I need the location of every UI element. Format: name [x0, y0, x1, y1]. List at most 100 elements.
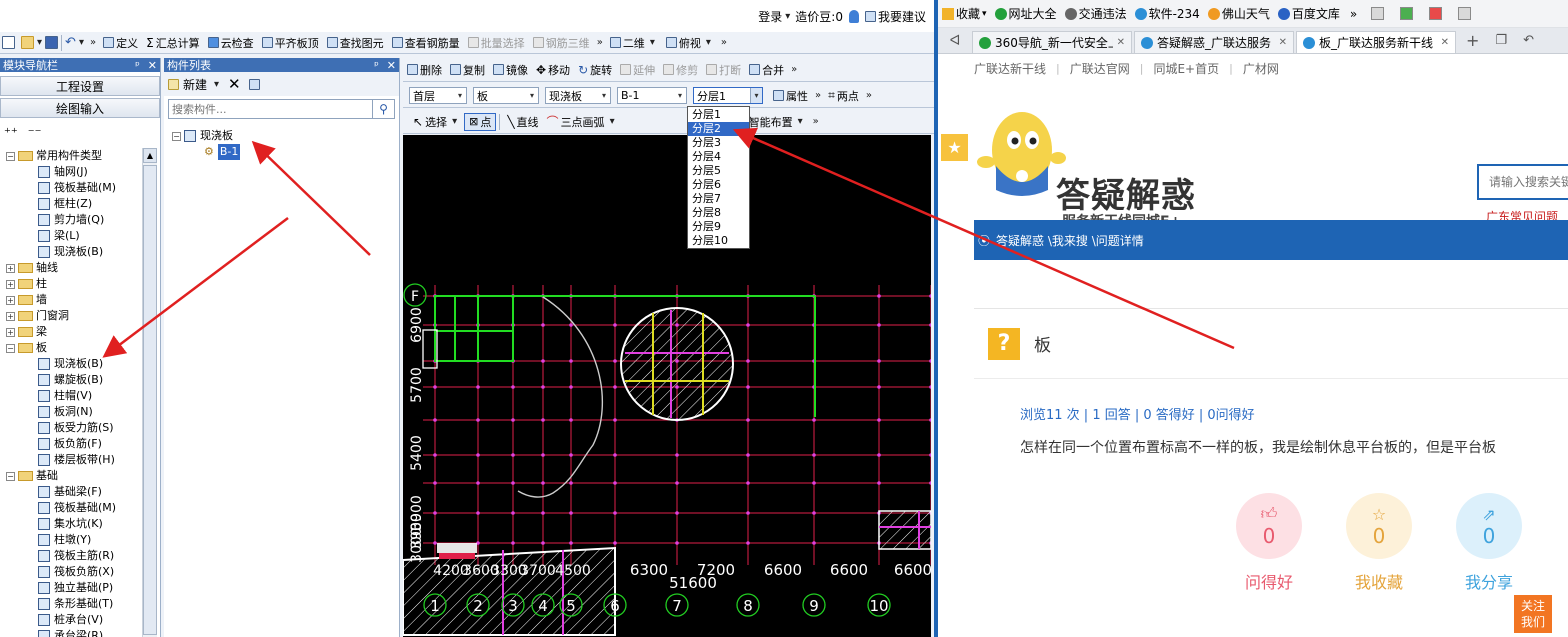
tree-item[interactable]: 筏板主筋(R) [4, 548, 142, 564]
more-icon[interactable]: » [1344, 7, 1363, 21]
search-icon[interactable]: ⚲ [373, 99, 395, 119]
action-circle[interactable]: 👍︎ 0 [1236, 493, 1302, 559]
tree-item[interactable]: 现浇板(B) [4, 244, 142, 260]
collapse-toggle-icon[interactable]: − [172, 131, 181, 141]
drawing-input-button[interactable]: 绘图输入 [0, 98, 160, 118]
bookmark-item[interactable]: 百度文库 [1274, 5, 1344, 22]
layer-option[interactable]: 分层7 [688, 192, 749, 206]
layer-select[interactable]: 分层1 ▾ [693, 87, 763, 104]
expand-toggle-icon[interactable]: + [6, 327, 15, 337]
tree-item[interactable]: 承台梁(R) [4, 628, 142, 637]
select-button[interactable]: ↖ 选择 ▾ [409, 110, 464, 133]
chevron-down-icon[interactable]: ▾ [76, 37, 87, 48]
action-0[interactable]: 👍︎ 0 问得好 [1236, 493, 1302, 593]
tree-folder[interactable]: + 柱 [4, 276, 142, 292]
save-icon[interactable] [45, 36, 59, 49]
tree-item[interactable]: 板洞(N) [4, 404, 142, 420]
cad-drawing[interactable]: 4200360033003700 4500 6300 7200 6600 6600 6600… [403, 135, 931, 637]
bookmark-item[interactable]: 网址大全 [991, 5, 1061, 22]
tree-folder[interactable]: − 常用构件类型 [4, 148, 142, 164]
site-nav-link[interactable]: 广材网 [1243, 60, 1279, 77]
comp-tree-root[interactable]: − 现浇板 [172, 128, 399, 144]
action-circle[interactable]: ☆ 0 [1346, 493, 1412, 559]
restore-icon[interactable]: ❐ [1487, 33, 1515, 48]
bookmark-item[interactable]: 佛山天气 [1204, 5, 1274, 22]
tree-item[interactable]: 楼层板带(H) [4, 452, 142, 468]
copy-button[interactable]: 复制 [446, 58, 489, 81]
name-select[interactable]: B-1 ▾ [617, 87, 687, 104]
collapse-toggle-icon[interactable]: − [6, 471, 15, 481]
nav-scrollbar[interactable]: ▲ [142, 148, 157, 637]
more-icon[interactable]: » [788, 64, 800, 75]
action-circle[interactable]: ⇗ 0 [1456, 493, 1522, 559]
undo-icon[interactable]: ↶ [65, 35, 76, 50]
shop-icon[interactable] [1458, 7, 1472, 20]
view-rebar-button[interactable]: 查看钢筋量 [388, 32, 464, 53]
collapse-toggle-icon[interactable]: − [6, 343, 15, 353]
view-angle-button[interactable]: 俯视 ▾ [662, 32, 718, 53]
close-icon[interactable]: ✕ [148, 59, 157, 72]
expand-toggle-icon[interactable]: + [6, 279, 15, 289]
move-button[interactable]: ✥ 移动 [532, 58, 574, 81]
tree-folder[interactable]: + 墙 [4, 292, 142, 308]
bookmark-item[interactable]: 交通违法 [1061, 5, 1131, 22]
scroll-thumb[interactable] [143, 165, 157, 635]
expand-toggle-icon[interactable]: + [6, 311, 15, 321]
tree-item[interactable]: 基础梁(F) [4, 484, 142, 500]
follow-us-button[interactable]: 关注 我们 [1514, 595, 1552, 633]
suggest-link[interactable]: 我要建议 [878, 8, 926, 25]
layer-option[interactable]: 分层9 [688, 220, 749, 234]
tree-item[interactable]: 柱墩(Y) [4, 532, 142, 548]
scroll-up-icon[interactable]: ▲ [143, 148, 157, 163]
pin-icon[interactable]: ᵖ [135, 59, 140, 72]
sum-calc-button[interactable]: Σ 汇总计算 [142, 32, 204, 53]
chevron-down-icon[interactable]: ▾ [211, 79, 222, 90]
tree-folder[interactable]: + 梁 [4, 324, 142, 340]
layer-option[interactable]: 分层10 [688, 234, 749, 248]
more-icon[interactable]: » [594, 37, 606, 48]
close-icon[interactable]: ✕ [1441, 37, 1449, 48]
tree-item[interactable]: 条形基础(T) [4, 596, 142, 612]
definition-button[interactable]: 定义 [99, 32, 142, 53]
browser-tab[interactable]: 板_广联达服务新干线 ✕ [1296, 31, 1456, 53]
break-button[interactable]: 打断 [702, 58, 745, 81]
layer-option[interactable]: 分层5 [688, 164, 749, 178]
pdf-icon[interactable] [1429, 7, 1443, 20]
rotate-button[interactable]: ↻ 旋转 [574, 58, 616, 81]
action-2[interactable]: ⇗ 0 我分享 [1456, 493, 1522, 593]
tree-folder[interactable]: − 板 [4, 340, 142, 356]
tree-item[interactable]: 螺旋板(B) [4, 372, 142, 388]
expand-toggle-icon[interactable]: + [6, 295, 15, 305]
more-icon[interactable]: » [718, 37, 730, 48]
chevron-down-icon[interactable]: ▾ [982, 9, 987, 19]
more-icon[interactable]: » [87, 37, 99, 48]
tree-item[interactable]: 独立基础(P) [4, 580, 142, 596]
properties-button[interactable]: 属性 [769, 84, 812, 107]
site-nav-link[interactable]: 广联达新干线 [974, 60, 1046, 77]
chevron-down-icon[interactable]: ▾ [782, 11, 793, 22]
action-1[interactable]: ☆ 0 我收藏 [1346, 493, 1412, 593]
open-folder-icon[interactable] [21, 36, 34, 49]
two-points-button[interactable]: ⌗ 两点 [824, 84, 863, 107]
notification-icon[interactable] [848, 9, 859, 23]
view-mode-button[interactable]: 二维 ▾ [606, 32, 662, 53]
tree-folder[interactable]: + 门窗洞 [4, 308, 142, 324]
tree-folder[interactable]: − 基础 [4, 468, 142, 484]
tree-item[interactable]: 现浇板(B) [4, 356, 142, 372]
breadcrumb[interactable]: 答疑解惑 \我来搜 \问题详情 [996, 232, 1144, 249]
point-button[interactable]: ⊠ 点 [464, 112, 497, 131]
category-select[interactable]: 板 ▾ [473, 87, 539, 104]
comp-tree-item-b1[interactable]: ⚙ B-1 [172, 144, 399, 160]
new-tab-icon[interactable]: + [1458, 31, 1487, 50]
layer-option[interactable]: 分层1 [688, 108, 749, 122]
arc-button[interactable]: ⌒ 三点画弧 ▾ [543, 110, 622, 133]
new-component-button[interactable]: 新建 [183, 76, 207, 93]
tree-item[interactable]: 集水坑(K) [4, 516, 142, 532]
login-link[interactable]: 登录 [758, 8, 782, 25]
more-icon[interactable]: » [863, 90, 875, 101]
layer-option[interactable]: 分层8 [688, 206, 749, 220]
delete-icon[interactable]: ✕ [228, 75, 241, 93]
back-icon[interactable]: ᐊ [938, 33, 972, 49]
rebar-3d-button[interactable]: 钢筋三维 [529, 32, 594, 53]
layer-option[interactable]: 分层4 [688, 150, 749, 164]
